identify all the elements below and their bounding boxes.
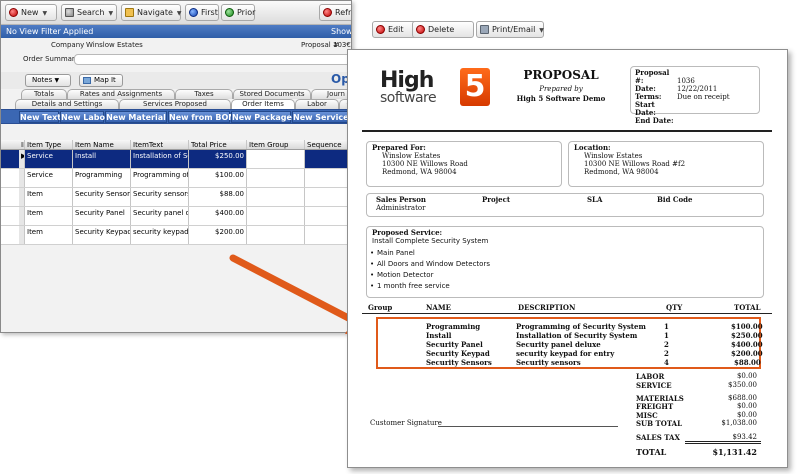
search-icon [65,8,74,17]
company-row: Company Winslow Estates Proposal # 103€ [1,38,351,52]
tab-rates-and-assignments[interactable]: Rates and Assignments [67,89,175,99]
prior-button[interactable]: Prior [221,4,255,21]
chevron-down-icon[interactable]: ▼ [539,23,544,38]
table-row[interactable]: Item Security Panel Security panel delux… [1,207,351,226]
divider [362,313,772,314]
tab-row-1: Totals Rates and Assignments Taxes Store… [1,89,351,99]
subbar: Notes ▼ Map It Op [1,72,351,89]
new-service-button[interactable]: New Service [292,111,349,123]
tab-totals[interactable]: Totals [21,89,67,99]
table-row[interactable]: Item Security Keypad security keypad for… [1,226,351,245]
table-row[interactable]: ▶ Service Install Installation of Securi… [1,150,351,169]
list-item: All Doors and Window Detectors [370,260,490,268]
list-item: Motion Detector [370,271,434,279]
meta-box: Sales Person Administrator Project SLA B… [366,193,764,217]
new-labor-button[interactable]: New Labor [60,111,109,123]
proposal-info-box: Proposal #: 1036 Date: 12/22/2011 Terms: Du… [630,66,760,125]
new-package-button[interactable]: New Package [231,111,292,123]
tab-services-proposed[interactable]: Services Proposed [119,99,231,109]
map-icon [83,77,91,84]
prepared-by-label: Prepared by [539,85,583,93]
proposal-document: High software 5 PROPOSAL Prepared by Hig… [347,49,788,468]
customer-signature-label: Customer Signature [370,419,442,427]
filter-bar: No View Filter Applied Showing Open Prop… [1,25,351,38]
print-email-button[interactable]: Print/Email ▼ [476,21,544,38]
chevron-down-icon[interactable]: ▼ [42,6,47,21]
app-window: New▼ Search▼ Navigate▼ First Prior Refre… [0,0,352,333]
tab-stored-documents[interactable]: Stored Documents [233,89,311,99]
chevron-down-icon: ▼ [54,77,60,84]
action-buttons: New Text New Labor New Material New from… [1,109,351,124]
total-rule [685,441,761,444]
tab-taxes[interactable]: Taxes [175,89,233,99]
high5-logo: High software 5 [380,68,490,108]
refresh-button[interactable]: Refresh [319,4,351,21]
proposed-service-box: Proposed Service: Install Complete Secur… [366,226,764,298]
toolbar: New▼ Search▼ Navigate▼ First Prior Refre… [1,1,351,25]
list-item: 1 month free service [370,282,450,290]
table-row[interactable]: Item Security Sensors Security sensors $… [1,188,351,207]
order-items-grid: II Item Type Item Name ItemText Total Pr… [1,140,351,245]
new-icon [9,8,18,17]
list-item: Main Panel [370,249,415,257]
order-summary-field[interactable] [74,54,351,65]
tab-labor[interactable]: Labor [295,99,339,109]
tab-journal[interactable]: Journ [311,89,351,99]
edit-icon [376,25,385,34]
new-from-bom-button[interactable]: New from BOM [168,111,236,123]
divider [362,130,772,132]
navigate-button[interactable]: Navigate ▼ [121,4,182,21]
order-summary-row: Order Summary [1,52,351,66]
print-icon [480,25,489,34]
tab-details-and-settings[interactable]: Details and Settings [15,99,119,109]
map-it-button[interactable]: Map It [79,74,123,87]
location-box: Location: Winslow Estates 10300 NE Willo… [568,141,764,187]
chevron-down-icon[interactable]: ▼ [177,6,182,21]
item-group-cell[interactable] [247,150,305,168]
new-button[interactable]: New ▼ [5,4,57,21]
navigate-icon [125,8,134,17]
tab-row-2: Details and Settings Services Proposed O… [1,99,351,109]
prepared-by: High 5 Software Demo [516,94,606,103]
tab-order-items[interactable]: Order Items [231,99,295,109]
search-button[interactable]: Search ▼ [61,4,117,21]
delete-icon [416,25,425,34]
first-icon [189,8,198,17]
signature-line [438,426,618,427]
prepared-for-box: Prepared For: Winslow Estates 10300 NE W… [366,141,562,187]
first-button[interactable]: First [185,4,219,21]
notes-dropdown[interactable]: Notes ▼ [25,74,71,87]
refresh-icon [323,8,332,17]
delete-button[interactable]: Delete [412,21,474,38]
company-value: Winslow Estates [86,41,143,49]
grid-header: II Item Type Item Name ItemText Total Pr… [1,140,351,150]
document-title: PROPOSAL [523,68,599,82]
table-row[interactable]: Service Programming Programming of Secur… [1,169,351,188]
new-material-button[interactable]: New Material [105,111,167,123]
prior-icon [225,8,234,17]
chevron-down-icon[interactable]: ▼ [108,6,113,21]
new-text-button[interactable]: New Text [19,111,61,123]
